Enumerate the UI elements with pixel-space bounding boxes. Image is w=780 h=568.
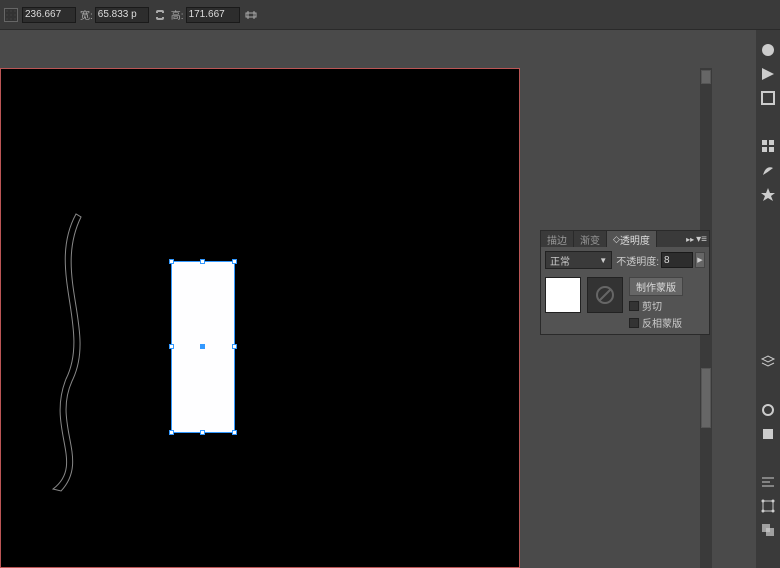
swatches-icon[interactable] [758,64,778,84]
mask-thumbnail[interactable] [587,277,623,313]
height-label: 高: [171,7,184,22]
tab-transparency-label: 透明度 [620,232,650,247]
selected-rectangle[interactable] [171,261,235,433]
pathfinder-icon[interactable] [758,520,778,540]
curve-path[interactable] [41,209,101,499]
height-input[interactable] [186,7,240,23]
width-input[interactable] [95,7,149,23]
scroll-arrow-up[interactable] [701,70,711,84]
panel-tabs: 描边 渐变 ◇透明度 ▸▸ ▾≡ [541,231,709,247]
stroke-icon[interactable] [758,88,778,108]
brushes-icon[interactable] [758,160,778,180]
tab-transparency[interactable]: ◇透明度 [607,231,657,247]
reference-point[interactable] [4,8,18,22]
invert-label: 反相蒙版 [642,315,682,330]
blend-mode-value: 正常 [550,253,570,268]
tab-gradient[interactable]: 渐变 [574,231,607,247]
handle-center[interactable] [200,344,205,349]
transparency-panel: 描边 渐变 ◇透明度 ▸▸ ▾≡ 正常 ▼ 不透明度: ▶ [540,230,710,335]
constrain-icon[interactable] [244,8,258,22]
x-input[interactable] [22,7,76,23]
symbols-icon[interactable] [758,184,778,204]
scroll-thumb[interactable] [701,368,711,428]
handle-top-left[interactable] [169,259,174,264]
object-thumbnail[interactable] [545,277,581,313]
main-area: 描边 渐变 ◇透明度 ▸▸ ▾≡ 正常 ▼ 不透明度: ▶ [0,30,740,568]
make-mask-button[interactable]: 制作蒙版 [629,277,683,296]
opacity-input[interactable] [661,252,693,268]
blend-mode-dropdown[interactable]: 正常 ▼ [545,251,612,269]
artboard[interactable] [0,68,520,568]
canvas-viewport[interactable] [0,38,540,568]
handle-mid-right[interactable] [232,344,237,349]
handle-bot-left[interactable] [169,430,174,435]
graphic-styles-icon[interactable] [758,424,778,444]
width-label: 宽: [80,7,93,22]
clip-label: 剪切 [642,298,662,313]
transform-icon[interactable] [758,496,778,516]
invert-checkbox[interactable] [629,318,639,328]
handle-bot-right[interactable] [232,430,237,435]
handle-top-right[interactable] [232,259,237,264]
options-bar: 宽: 高: [0,0,780,30]
handle-top-mid[interactable] [200,259,205,264]
x-field [22,7,76,23]
tab-stroke[interactable]: 描边 [541,231,574,247]
handle-mid-left[interactable] [169,344,174,349]
panel-menu-icon[interactable]: ▾≡ [696,234,707,245]
chevron-down-icon: ▼ [599,256,607,265]
clip-checkbox[interactable] [629,301,639,311]
h-field: 高: [171,7,240,23]
handle-bot-mid[interactable] [200,430,205,435]
link-wh-icon[interactable] [153,8,167,22]
opacity-label: 不透明度: [616,253,659,268]
swatch-grid-icon[interactable] [758,136,778,156]
panel-collapse-icon[interactable]: ▸▸ [686,235,694,244]
right-dock [756,30,780,568]
w-field: 宽: [80,7,149,23]
layers-icon[interactable] [758,352,778,372]
color-icon[interactable] [758,40,778,60]
opacity-stepper[interactable]: ▶ [695,252,705,268]
align-icon[interactable] [758,472,778,492]
appearance-icon[interactable] [758,400,778,420]
